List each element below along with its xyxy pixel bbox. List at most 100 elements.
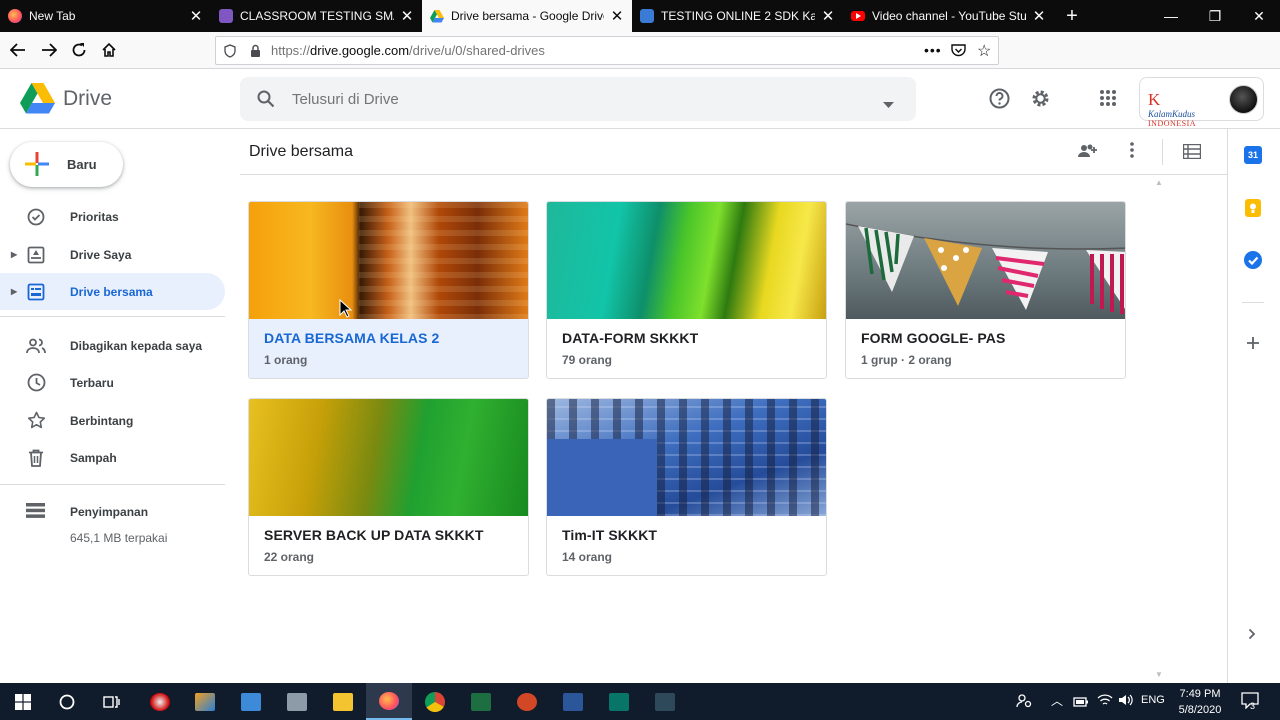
page-actions-icon[interactable]: ••• [924, 42, 942, 58]
volume-icon[interactable] [1118, 693, 1134, 712]
scroll-up-icon[interactable]: ▲ [1155, 178, 1163, 187]
my-drive-icon [26, 245, 46, 265]
browser-tab[interactable]: Video channel - YouTube Studi ✕ [843, 0, 1054, 32]
language-indicator[interactable]: ENG [1141, 694, 1165, 706]
manage-members-icon[interactable] [1076, 143, 1098, 164]
sidebar-item-dibagikan[interactable]: Dibagikan kepada saya [0, 327, 225, 364]
expand-arrow-icon[interactable]: ▶ [11, 287, 17, 296]
drive-logo[interactable]: Drive [20, 83, 112, 114]
shield-icon[interactable] [224, 43, 238, 58]
new-button-label: Baru [67, 157, 97, 172]
storage-label[interactable]: Penyimpanan [70, 505, 148, 519]
battery-icon[interactable] [1073, 695, 1089, 713]
new-button[interactable]: Baru [10, 142, 123, 187]
apps-grid-icon[interactable] [1100, 90, 1116, 111]
sidebar-item-prioritas[interactable]: Prioritas [0, 198, 225, 235]
arrow-left-icon [10, 43, 25, 57]
sidebar-item-berbintang[interactable]: Berbintang [0, 402, 225, 439]
check-circle-icon [26, 207, 46, 227]
publisher-icon[interactable] [596, 683, 642, 720]
drive-members: 14 orang [562, 550, 613, 564]
reload-button[interactable] [67, 38, 91, 62]
tab-title: CLASSROOM TESTING SMA KR [240, 9, 394, 23]
people-taskbar-icon[interactable] [1016, 693, 1032, 714]
list-view-icon[interactable] [1182, 143, 1202, 164]
avatar[interactable] [1229, 85, 1258, 114]
shared-drive-card[interactable]: DATA BERSAMA KELAS 2 1 orang [248, 201, 529, 379]
task-view-icon[interactable] [89, 683, 135, 720]
sidebar-item-sampah[interactable]: Sampah [0, 439, 225, 476]
excel-icon[interactable] [458, 683, 504, 720]
shared-drive-card[interactable]: FORM GOOGLE- PAS 1 grup · 2 orang [845, 201, 1126, 379]
sidebar-item-label: Drive Saya [70, 247, 132, 262]
browser-tab-active[interactable]: Drive bersama - Google Drive ✕ [422, 0, 632, 32]
browser-tab[interactable]: New Tab ✕ [0, 0, 211, 32]
expand-panel-icon[interactable] [1248, 627, 1256, 645]
drive-logo-icon [20, 83, 55, 114]
tasks-icon[interactable] [1244, 251, 1262, 269]
forward-button[interactable] [37, 38, 61, 62]
search-bar[interactable] [240, 77, 916, 121]
search-options-icon[interactable] [883, 95, 894, 113]
new-tab-button[interactable]: + [1054, 0, 1090, 32]
shared-drive-card[interactable]: SERVER BACK UP DATA SKKKT 22 orang [248, 398, 529, 576]
file-explorer-icon[interactable] [320, 683, 366, 720]
more-vert-icon[interactable] [1130, 142, 1134, 163]
sidebar-item-terbaru[interactable]: Terbaru [0, 364, 225, 401]
shared-drive-card[interactable]: DATA-FORM SKKKT 79 orang [546, 201, 827, 379]
tray-expand-icon[interactable]: ︿ [1051, 692, 1063, 709]
shared-drive-card[interactable]: Tim-IT SKKKT 14 orang [546, 398, 827, 576]
cortana-search-icon[interactable] [44, 683, 90, 720]
url-bar[interactable]: https://drive.google.com/drive/u/0/share… [215, 36, 999, 65]
clock[interactable]: 7:49 PM 5/8/2020 [1172, 686, 1228, 718]
forms-icon [640, 9, 654, 23]
storage-used: 645,1 MB terpakai [70, 531, 168, 545]
calendar-icon[interactable]: 31 [1244, 146, 1262, 164]
drive-members: 79 orang [562, 353, 613, 367]
scroll-down-icon[interactable]: ▼ [1155, 670, 1163, 679]
home-button[interactable] [97, 38, 121, 62]
camera-app-icon[interactable] [274, 683, 320, 720]
word-icon[interactable] [550, 683, 596, 720]
trash-icon [26, 448, 46, 468]
add-addon-icon[interactable] [1246, 336, 1260, 355]
close-tab-icon[interactable]: ✕ [400, 7, 414, 25]
lock-icon[interactable] [250, 44, 262, 57]
pocket-icon[interactable] [951, 43, 966, 60]
app-icon-filmora[interactable] [642, 683, 688, 720]
expand-arrow-icon[interactable]: ▶ [11, 250, 17, 259]
bookmark-star-icon[interactable]: ☆ [977, 41, 991, 61]
windows-taskbar: ︿ ENG 7:49 PM 5/8/2020 3 [0, 683, 1280, 720]
scrollbar[interactable]: ▲ ▼ [1153, 176, 1165, 682]
app-icon-2[interactable] [182, 683, 228, 720]
notification-count: 3 [1250, 701, 1256, 711]
restore-icon[interactable]: ❐ [1194, 0, 1236, 32]
sidebar-item-drive-bersama[interactable]: ▶ Drive bersama [0, 273, 225, 310]
chrome-taskbar-icon[interactable] [412, 683, 458, 720]
close-tab-icon[interactable]: ✕ [189, 7, 203, 25]
powerpoint-icon[interactable] [504, 683, 550, 720]
mouse-cursor-icon [339, 299, 352, 318]
sidebar-item-drive-saya[interactable]: ▶ Drive Saya [0, 236, 225, 273]
search-icon[interactable] [257, 90, 275, 113]
browser-tab[interactable]: CLASSROOM TESTING SMA KR ✕ [211, 0, 422, 32]
close-tab-icon[interactable]: ✕ [821, 7, 835, 25]
close-tab-icon[interactable]: ✕ [610, 7, 624, 25]
windows-start-icon[interactable] [0, 683, 46, 720]
search-input[interactable] [292, 87, 852, 111]
back-button[interactable] [6, 38, 30, 62]
help-icon[interactable] [989, 88, 1010, 114]
close-tab-icon[interactable]: ✕ [1032, 7, 1046, 25]
app-icon-3[interactable] [228, 683, 274, 720]
browser-tab[interactable]: TESTING ONLINE 2 SDK Kalam ✕ [632, 0, 843, 32]
firefox-taskbar-icon[interactable] [366, 683, 412, 720]
youtube-icon [851, 11, 865, 21]
keep-icon[interactable] [1245, 199, 1261, 217]
settings-gear-icon[interactable] [1030, 88, 1051, 114]
wifi-icon[interactable] [1097, 693, 1113, 712]
app-icon-1[interactable] [137, 683, 183, 720]
account-switcher[interactable]: K KalamKudus INDONESIA [1139, 77, 1264, 128]
people-icon [26, 336, 46, 356]
close-window-icon[interactable]: ✕ [1238, 0, 1280, 32]
minimize-icon[interactable]: — [1150, 0, 1192, 32]
